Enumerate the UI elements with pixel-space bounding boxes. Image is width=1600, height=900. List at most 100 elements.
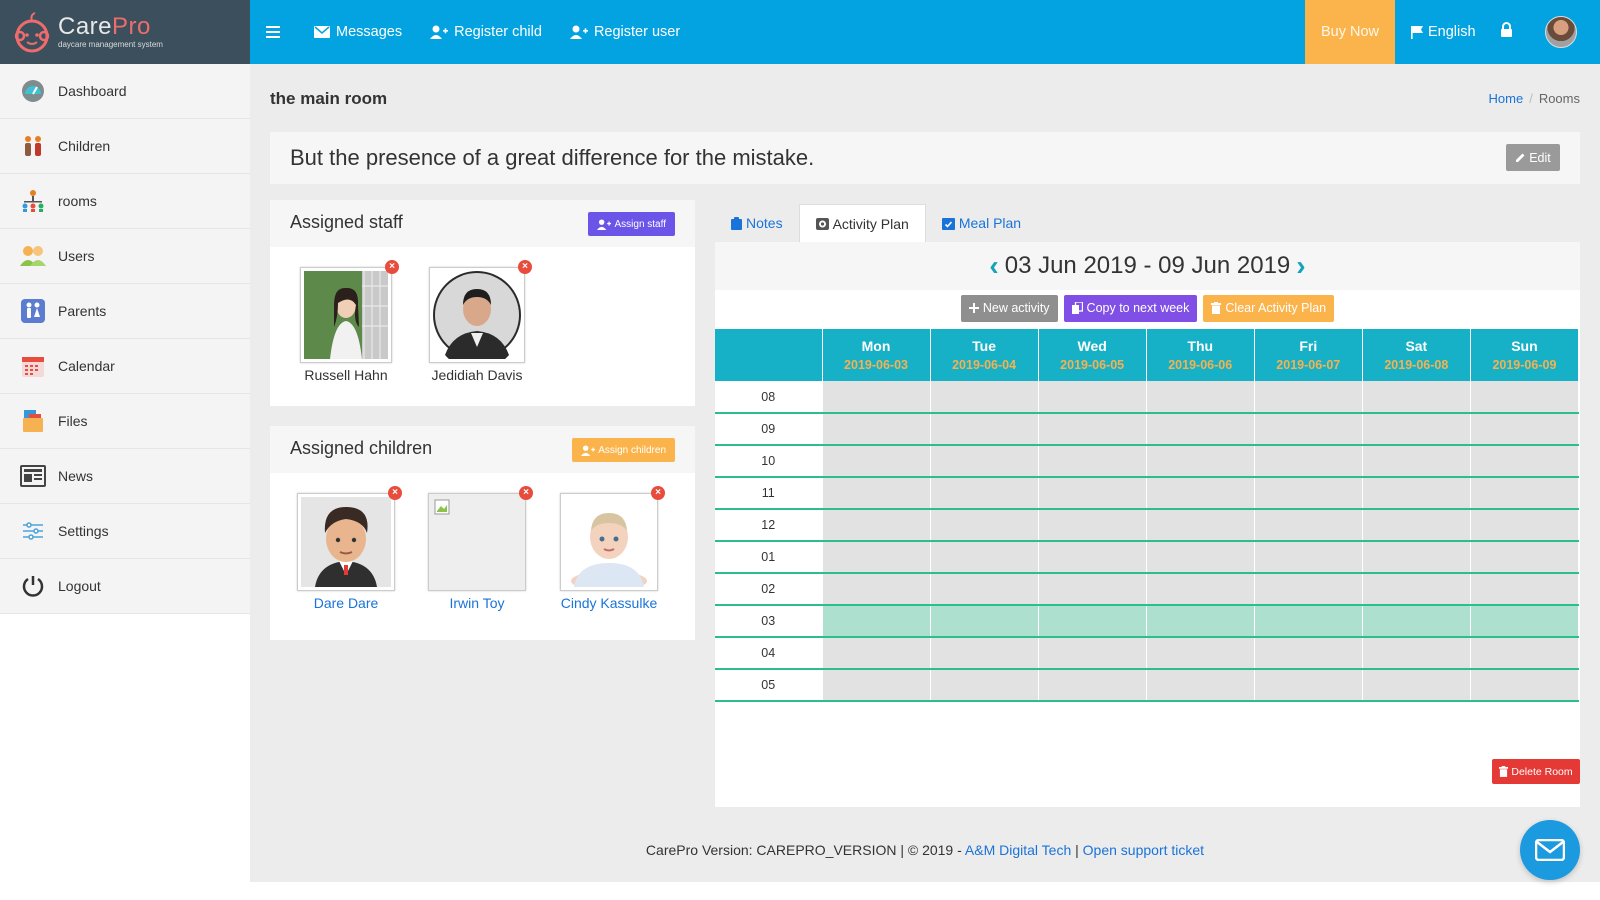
staff-card[interactable]: × Russell Hahn [286,260,406,383]
time-slot-cell[interactable] [1254,413,1363,446]
time-slot-cell[interactable] [1038,573,1147,606]
sidebar-toggle-button[interactable] [266,26,286,38]
time-slot-cell[interactable] [1470,541,1580,574]
register-child-link[interactable]: Register child [430,24,542,40]
sidebar-item-calendar[interactable]: Calendar [0,339,250,394]
time-slot-cell[interactable] [930,605,1039,638]
time-slot-cell[interactable] [930,573,1039,606]
time-slot-cell[interactable] [1470,381,1580,414]
time-slot-cell[interactable] [822,669,931,702]
sidebar-item-parents[interactable]: Parents [0,284,250,339]
time-slot-cell[interactable] [930,381,1039,414]
remove-child-button[interactable]: × [519,486,533,500]
time-slot-cell[interactable] [1038,541,1147,574]
messages-link[interactable]: Messages [314,24,402,40]
time-slot-cell[interactable] [1470,637,1580,670]
time-slot-cell[interactable] [1470,413,1580,446]
time-slot-cell[interactable] [1038,637,1147,670]
sidebar-item-logout[interactable]: Logout [0,559,250,614]
time-slot-cell[interactable] [822,381,931,414]
child-card[interactable]: × Cindy Kassulke [549,486,669,611]
time-slot-cell[interactable] [1146,573,1255,606]
staff-card[interactable]: × Jedidiah Davis [417,260,537,383]
time-slot-cell[interactable] [1254,445,1363,478]
sidebar-item-rooms[interactable]: rooms [0,174,250,229]
edit-button[interactable]: Edit [1506,144,1560,171]
time-slot-cell[interactable] [822,445,931,478]
clear-activity-plan-button[interactable]: Clear Activity Plan [1203,294,1335,322]
sidebar-item-dashboard[interactable]: Dashboard [0,64,250,119]
time-slot-cell[interactable] [1254,509,1363,542]
chat-button[interactable] [1520,820,1580,880]
lock-screen-button[interactable] [1500,22,1513,41]
time-slot-cell[interactable] [1362,669,1471,702]
time-slot-cell[interactable] [930,637,1039,670]
language-selector[interactable]: English [1410,0,1476,64]
time-slot-cell[interactable] [1146,541,1255,574]
time-slot-cell[interactable] [1146,605,1255,638]
sidebar-item-users[interactable]: Users [0,229,250,284]
company-link[interactable]: A&M Digital Tech [965,842,1071,858]
child-name-link[interactable]: Dare Dare [286,595,406,611]
child-card[interactable]: × Dare Dare [286,486,406,611]
child-name-link[interactable]: Cindy Kassulke [549,595,669,611]
app-logo[interactable]: CarePro daycare management system [0,0,250,64]
remove-child-button[interactable]: × [388,486,402,500]
sidebar-item-files[interactable]: Files [0,394,250,449]
time-slot-cell[interactable] [1038,445,1147,478]
time-slot-cell[interactable] [1362,573,1471,606]
time-slot-cell[interactable] [1362,445,1471,478]
time-slot-cell[interactable] [1038,669,1147,702]
sidebar-item-settings[interactable]: Settings [0,504,250,559]
breadcrumb-home-link[interactable]: Home [1489,91,1524,106]
time-slot-cell[interactable] [930,413,1039,446]
time-slot-cell[interactable] [1470,477,1580,510]
time-slot-cell[interactable] [1362,637,1471,670]
remove-child-button[interactable]: × [651,486,665,500]
time-slot-cell[interactable] [822,509,931,542]
time-slot-cell[interactable] [1362,509,1471,542]
time-slot-cell[interactable] [1254,605,1363,638]
support-ticket-link[interactable]: Open support ticket [1083,842,1204,858]
sidebar-item-children[interactable]: Children [0,119,250,174]
time-slot-cell[interactable] [822,637,931,670]
time-slot-cell[interactable] [930,541,1039,574]
buy-now-button[interactable]: Buy Now [1305,0,1395,64]
register-user-link[interactable]: Register user [569,24,680,40]
child-name-link[interactable]: Irwin Toy [417,595,537,611]
time-slot-cell[interactable] [1254,541,1363,574]
assign-staff-button[interactable]: Assign staff [588,212,675,236]
time-slot-cell[interactable] [1038,509,1147,542]
time-slot-cell[interactable] [1038,381,1147,414]
time-slot-cell[interactable] [930,669,1039,702]
time-slot-cell[interactable] [1470,605,1580,638]
time-slot-cell[interactable] [1362,605,1471,638]
time-slot-cell[interactable] [822,413,931,446]
time-slot-cell[interactable] [1254,477,1363,510]
time-slot-cell[interactable] [1362,413,1471,446]
time-slot-cell[interactable] [1254,669,1363,702]
time-slot-cell[interactable] [822,573,931,606]
remove-staff-button[interactable]: × [385,260,399,274]
chevron-left-icon[interactable]: ‹ [989,250,998,282]
user-avatar[interactable] [1545,16,1577,48]
time-slot-cell[interactable] [1254,637,1363,670]
time-slot-cell[interactable] [822,541,931,574]
time-slot-cell[interactable] [1254,573,1363,606]
time-slot-cell[interactable] [1146,669,1255,702]
chevron-right-icon[interactable]: › [1296,250,1305,282]
time-slot-cell[interactable] [1038,605,1147,638]
time-slot-cell[interactable] [1146,509,1255,542]
time-slot-cell[interactable] [930,445,1039,478]
time-slot-cell[interactable] [1146,381,1255,414]
sidebar-item-news[interactable]: News [0,449,250,504]
tab-notes[interactable]: Notes [715,204,799,242]
time-slot-cell[interactable] [1038,477,1147,510]
time-slot-cell[interactable] [1362,541,1471,574]
tab-activity-plan[interactable]: Activity Plan [798,204,926,242]
tab-meal-plan[interactable]: Meal Plan [926,204,1037,242]
time-slot-cell[interactable] [1470,509,1580,542]
time-slot-cell[interactable] [1470,445,1580,478]
copy-to-next-week-button[interactable]: Copy to next week [1063,294,1198,322]
child-card[interactable]: × Irwin Toy [417,486,537,611]
